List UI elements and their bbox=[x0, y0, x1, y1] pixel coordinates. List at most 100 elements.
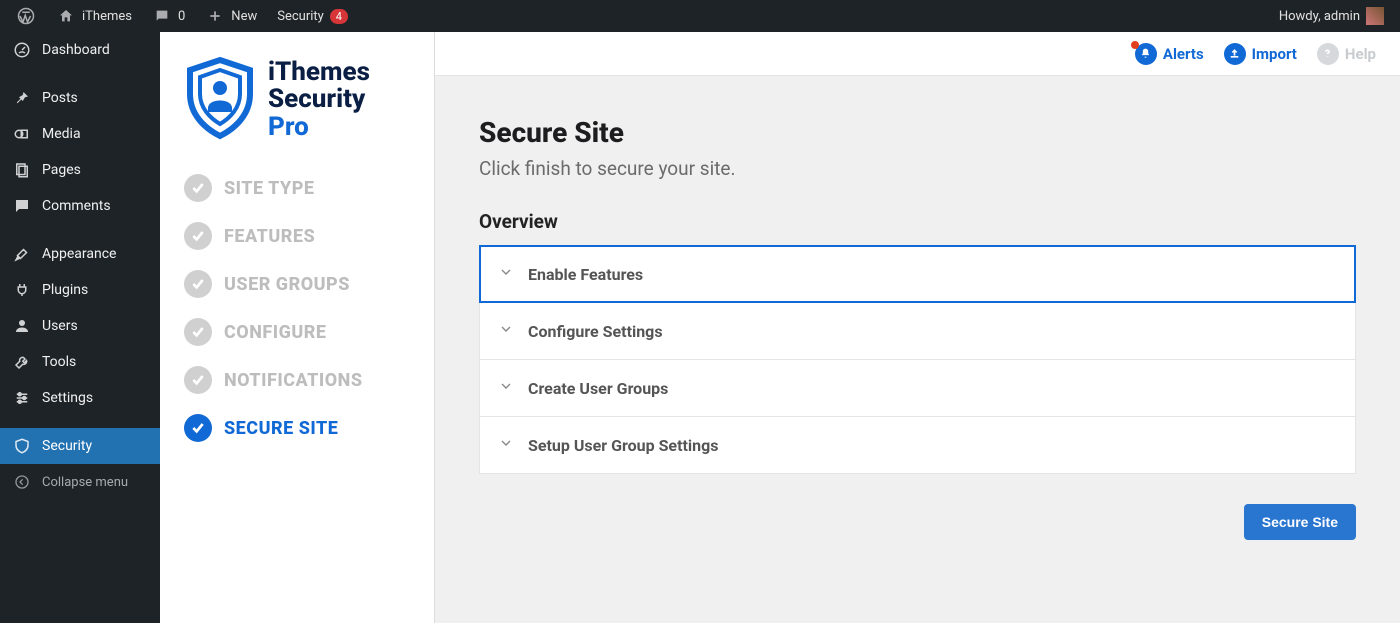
plug-icon bbox=[12, 280, 32, 300]
step-label: CONFIGURE bbox=[224, 322, 327, 343]
menu-pages[interactable]: Pages bbox=[0, 152, 160, 188]
step-site-type[interactable]: SITE TYPE bbox=[184, 174, 410, 202]
security-adminbar-label: Security bbox=[277, 9, 324, 24]
wp-logo[interactable] bbox=[8, 0, 44, 32]
check-icon bbox=[184, 222, 212, 250]
accordion-create-user-groups[interactable]: Create User Groups bbox=[480, 359, 1355, 416]
wp-admin-sidebar: Dashboard Posts Media Pages Comments App… bbox=[0, 32, 160, 623]
wrench-icon bbox=[12, 352, 32, 372]
wordpress-icon bbox=[16, 6, 36, 26]
page-title: Secure Site bbox=[479, 116, 1356, 149]
import-link[interactable]: Import bbox=[1224, 43, 1297, 65]
accordion-configure-settings[interactable]: Configure Settings bbox=[480, 302, 1355, 359]
site-name-link[interactable]: iThemes bbox=[48, 0, 140, 32]
check-icon bbox=[184, 414, 212, 442]
menu-comments[interactable]: Comments bbox=[0, 188, 160, 224]
collapse-label: Collapse menu bbox=[42, 475, 128, 490]
overview-accordion: Enable Features Configure Settings Creat… bbox=[479, 245, 1356, 474]
step-notifications[interactable]: NOTIFICATIONS bbox=[184, 366, 410, 394]
main-content: Alerts Import Help Secure Site Click fin… bbox=[435, 32, 1400, 623]
step-features[interactable]: FEATURES bbox=[184, 222, 410, 250]
alert-indicator-dot bbox=[1131, 41, 1139, 49]
menu-label: Media bbox=[42, 126, 81, 142]
upload-icon bbox=[1224, 43, 1246, 65]
question-icon bbox=[1317, 43, 1339, 65]
user-icon bbox=[12, 316, 32, 336]
step-label: SITE TYPE bbox=[224, 178, 315, 199]
help-label: Help bbox=[1345, 45, 1376, 63]
menu-label: Posts bbox=[42, 90, 78, 106]
chevron-down-icon bbox=[498, 264, 514, 284]
greeting-text: Howdy, admin bbox=[1279, 9, 1360, 24]
accordion-setup-user-group-settings[interactable]: Setup User Group Settings bbox=[480, 416, 1355, 473]
menu-label: Comments bbox=[42, 198, 111, 214]
menu-appearance[interactable]: Appearance bbox=[0, 236, 160, 272]
dashboard-icon bbox=[12, 40, 32, 60]
chevron-down-icon bbox=[498, 321, 514, 341]
comment-icon bbox=[152, 6, 172, 26]
plus-icon bbox=[205, 6, 225, 26]
security-count-badge: 4 bbox=[330, 9, 348, 24]
brush-icon bbox=[12, 244, 32, 264]
collapse-icon bbox=[12, 472, 32, 492]
menu-label: Tools bbox=[42, 354, 76, 370]
chevron-down-icon bbox=[498, 435, 514, 455]
comment-icon bbox=[12, 196, 32, 216]
menu-label: Security bbox=[42, 438, 92, 454]
plugin-wizard-sidebar: iThemes Security Pro SITE TYPE FEATURES … bbox=[160, 32, 435, 623]
step-configure[interactable]: CONFIGURE bbox=[184, 318, 410, 346]
check-icon bbox=[184, 366, 212, 394]
top-actions-bar: Alerts Import Help bbox=[435, 32, 1400, 76]
shield-logo-icon bbox=[184, 56, 256, 144]
media-icon bbox=[12, 124, 32, 144]
pin-icon bbox=[12, 88, 32, 108]
menu-posts[interactable]: Posts bbox=[0, 80, 160, 116]
adminbar-right: Howdy, admin bbox=[1271, 0, 1392, 32]
help-link[interactable]: Help bbox=[1317, 43, 1376, 65]
check-icon bbox=[184, 270, 212, 298]
logo-line-2: Security bbox=[268, 86, 370, 113]
step-label: FEATURES bbox=[224, 226, 315, 247]
adminbar-left: iThemes 0 New Security 4 bbox=[8, 0, 356, 32]
step-label: USER GROUPS bbox=[224, 274, 350, 295]
menu-plugins[interactable]: Plugins bbox=[0, 272, 160, 308]
logo-line-3: Pro bbox=[268, 114, 370, 141]
comments-count: 0 bbox=[178, 9, 185, 24]
menu-dashboard[interactable]: Dashboard bbox=[0, 32, 160, 68]
plugin-logo-text: iThemes Security Pro bbox=[268, 59, 370, 141]
user-greeting[interactable]: Howdy, admin bbox=[1271, 0, 1392, 32]
comments-link[interactable]: 0 bbox=[144, 0, 193, 32]
security-adminbar-link[interactable]: Security 4 bbox=[269, 0, 356, 32]
menu-users[interactable]: Users bbox=[0, 308, 160, 344]
page-subtitle: Click finish to secure your site. bbox=[479, 157, 1356, 180]
import-label: Import bbox=[1252, 45, 1297, 63]
menu-label: Dashboard bbox=[42, 42, 110, 58]
alerts-label: Alerts bbox=[1163, 45, 1204, 63]
accordion-label: Setup User Group Settings bbox=[528, 436, 718, 455]
accordion-enable-features[interactable]: Enable Features bbox=[480, 246, 1355, 302]
menu-security[interactable]: Security bbox=[0, 428, 160, 464]
step-user-groups[interactable]: USER GROUPS bbox=[184, 270, 410, 298]
menu-label: Plugins bbox=[42, 282, 88, 298]
menu-media[interactable]: Media bbox=[0, 116, 160, 152]
page-icon bbox=[12, 160, 32, 180]
accordion-label: Enable Features bbox=[528, 265, 643, 284]
chevron-down-icon bbox=[498, 378, 514, 398]
footer-actions: Secure Site bbox=[479, 504, 1356, 540]
check-icon bbox=[184, 318, 212, 346]
secure-site-button[interactable]: Secure Site bbox=[1244, 504, 1356, 540]
logo-line-1: iThemes bbox=[268, 59, 370, 86]
alerts-link[interactable]: Alerts bbox=[1135, 43, 1204, 65]
new-link[interactable]: New bbox=[197, 0, 265, 32]
collapse-menu[interactable]: Collapse menu bbox=[0, 464, 160, 500]
content-area: Secure Site Click finish to secure your … bbox=[435, 76, 1400, 580]
plugin-logo: iThemes Security Pro bbox=[184, 56, 410, 144]
step-secure-site[interactable]: SECURE SITE bbox=[184, 414, 410, 442]
accordion-label: Configure Settings bbox=[528, 322, 663, 341]
shield-icon bbox=[12, 436, 32, 456]
check-icon bbox=[184, 174, 212, 202]
menu-label: Users bbox=[42, 318, 78, 334]
menu-settings[interactable]: Settings bbox=[0, 380, 160, 416]
overview-heading: Overview bbox=[479, 210, 1356, 233]
menu-tools[interactable]: Tools bbox=[0, 344, 160, 380]
